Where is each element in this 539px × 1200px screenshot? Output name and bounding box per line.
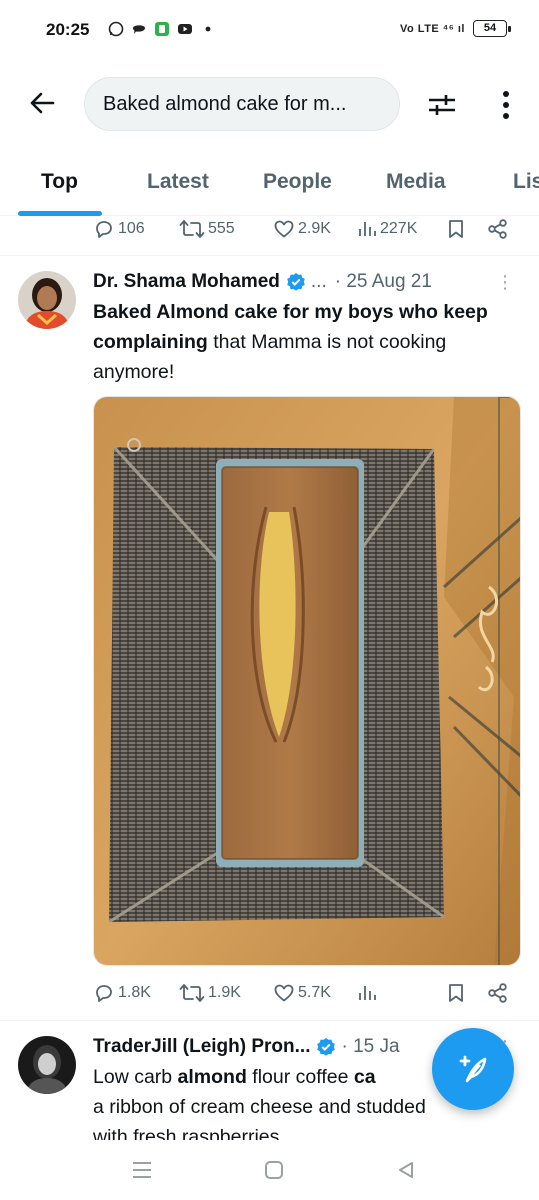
- back-triangle-icon: [399, 1162, 413, 1178]
- tweet-header: Dr. Shama Mohamed ... · 25 Aug 21: [93, 271, 432, 293]
- prev-tweet-actions: 106 555 2.9K 227K: [93, 218, 513, 242]
- compose-button[interactable]: [432, 1028, 514, 1110]
- youtube-icon: [178, 24, 192, 34]
- like-button[interactable]: 2.9K: [273, 218, 331, 240]
- app-badge-icon: [155, 22, 169, 36]
- reply-count: 1.8K: [118, 984, 151, 1001]
- back-button[interactable]: [24, 85, 60, 121]
- whatsapp-icon: [108, 21, 124, 37]
- retweet-button[interactable]: 1.9K: [179, 982, 241, 1004]
- tab-media[interactable]: Media: [386, 170, 446, 194]
- like-icon: [274, 984, 294, 1002]
- bookmark-icon: [449, 984, 463, 1002]
- tweet-header: TraderJill (Leigh) Pron... · 15 Ja: [93, 1036, 400, 1058]
- tweet-text-part: Low carb: [93, 1066, 178, 1088]
- reply-count: 106: [118, 220, 145, 237]
- share-button[interactable]: [487, 218, 509, 240]
- menu-icon: [133, 1162, 151, 1178]
- filter-icon: [429, 95, 455, 115]
- home-button[interactable]: [260, 1156, 288, 1184]
- views-icon: [359, 222, 376, 236]
- more-options-button[interactable]: [488, 87, 524, 123]
- tweet-more-button[interactable]: ⋮: [496, 272, 514, 293]
- retweet-count: 1.9K: [208, 984, 241, 1001]
- avatar[interactable]: [18, 1036, 76, 1094]
- filter-button[interactable]: [424, 87, 460, 123]
- like-button[interactable]: 5.7K: [273, 982, 331, 1004]
- like-icon: [274, 220, 294, 238]
- views-icon: [359, 986, 376, 1000]
- tweet-text-line: with fresh raspberries: [93, 1126, 280, 1140]
- author-handle: ...: [310, 271, 327, 292]
- almond-cake-photo: [94, 397, 520, 965]
- tweet-text-highlight: almond: [177, 1066, 247, 1088]
- share-icon: [488, 219, 507, 239]
- avatar-image: [18, 271, 76, 329]
- tweet-text-part: flour coffee: [246, 1066, 354, 1088]
- battery-icon: 54: [473, 20, 511, 37]
- retweet-count: 555: [208, 220, 235, 237]
- tweet-date[interactable]: · 25 Aug 21: [335, 271, 432, 293]
- more-vertical-icon: [503, 91, 509, 119]
- recent-apps-button[interactable]: [128, 1156, 156, 1184]
- back-arrow-icon: [30, 92, 55, 114]
- status-right: Vo LTE ⁴⁶ ıl 54: [400, 20, 511, 37]
- share-icon: [488, 983, 507, 1003]
- bookmark-button[interactable]: [445, 218, 467, 240]
- notification-icons: [108, 21, 216, 37]
- search-input[interactable]: Baked almond cake for m...: [84, 77, 400, 131]
- retweet-icon: [179, 984, 205, 1002]
- author-name[interactable]: TraderJill (Leigh) Pron...: [93, 1036, 310, 1058]
- bookmark-button[interactable]: [445, 982, 467, 1004]
- avatar-image: [18, 1036, 76, 1094]
- tweet-image[interactable]: [93, 396, 521, 966]
- system-nav-bar: [0, 1140, 539, 1200]
- back-nav-button[interactable]: [392, 1156, 420, 1184]
- network-indicator: Vo LTE ⁴⁶ ıl: [400, 22, 465, 35]
- divider: [0, 255, 539, 256]
- tab-latest[interactable]: Latest: [147, 170, 209, 194]
- retweet-button[interactable]: 555: [179, 218, 235, 240]
- verified-badge-icon: [317, 1038, 336, 1056]
- search-header: Baked almond cake for m...: [0, 75, 539, 133]
- bookmark-icon: [449, 220, 463, 238]
- tab-lists[interactable]: Lis: [513, 170, 539, 194]
- like-count: 2.9K: [298, 220, 331, 237]
- search-query: Baked almond cake for m...: [103, 92, 347, 115]
- compose-icon: [459, 1055, 487, 1083]
- divider: [0, 1020, 539, 1021]
- author-name[interactable]: Dr. Shama Mohamed: [93, 271, 280, 293]
- reply-icon: [96, 985, 112, 1002]
- retweet-icon: [179, 220, 205, 238]
- status-time: 20:25: [46, 20, 90, 39]
- chat-bubble-icon: [133, 25, 145, 34]
- home-square-icon: [265, 1161, 283, 1179]
- active-tab-indicator: [18, 211, 102, 216]
- dot-icon: [205, 26, 211, 32]
- tweet-date[interactable]: · 15 Ja: [341, 1036, 399, 1058]
- tab-top[interactable]: Top: [41, 170, 78, 194]
- tweet-actions: 1.8K 1.9K 5.7K: [93, 982, 513, 1006]
- like-count: 5.7K: [298, 984, 331, 1001]
- reply-button[interactable]: 1.8K: [93, 982, 151, 1004]
- tweet-text: Baked Almond cake for my boys who keep c…: [93, 297, 513, 387]
- views-button[interactable]: [357, 982, 377, 1004]
- reply-button[interactable]: 106: [93, 218, 145, 240]
- status-bar: 20:25 Vo LTE ⁴⁶ ıl 54: [0, 0, 539, 60]
- avatar[interactable]: [18, 271, 76, 329]
- share-button[interactable]: [487, 982, 509, 1004]
- reply-icon: [96, 221, 112, 238]
- views-button[interactable]: 227K: [357, 218, 417, 240]
- views-count: 227K: [380, 220, 418, 237]
- tweet-text-highlight: ca: [353, 1066, 376, 1088]
- tab-people[interactable]: People: [263, 170, 332, 194]
- search-tabs: Top Latest People Media Lis: [0, 160, 539, 216]
- verified-badge-icon: [287, 273, 305, 291]
